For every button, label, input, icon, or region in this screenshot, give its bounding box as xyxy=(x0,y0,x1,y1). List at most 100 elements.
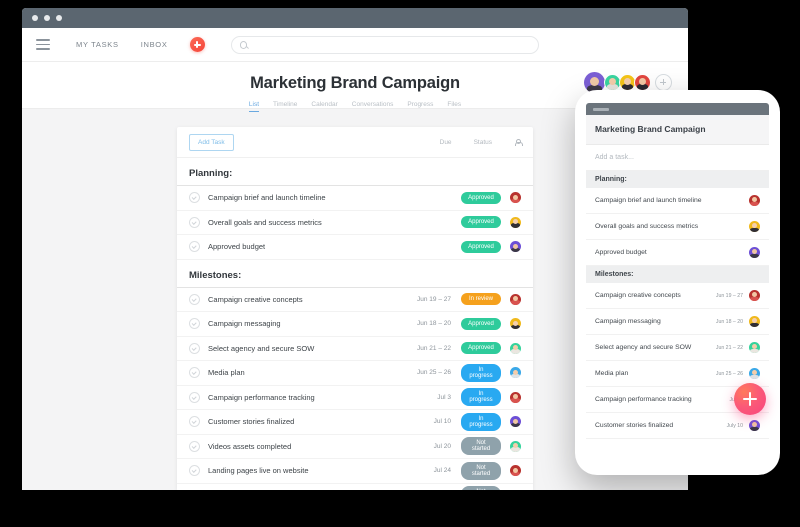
task-complete-checkbox[interactable] xyxy=(189,391,200,403)
mobile-floating-add-button[interactable] xyxy=(734,383,766,415)
mobile-task-name: Approved budget xyxy=(595,249,647,256)
task-row[interactable]: Approved budget Approved xyxy=(177,235,533,260)
task-name: Customer stories finalized xyxy=(208,417,295,427)
mobile-task-assignee-avatar[interactable] xyxy=(749,342,760,353)
task-row[interactable]: Select agency and secure SOW Jun 21 – 22 A… xyxy=(177,337,533,361)
task-row[interactable]: Customer stories finalized Jul 10 In progr… xyxy=(177,410,533,435)
status-badge[interactable]: Not started xyxy=(461,461,501,480)
status-badge[interactable]: In progress xyxy=(461,363,501,382)
task-complete-checkbox[interactable] xyxy=(189,318,200,330)
mobile-task-row[interactable]: Campaign creative concepts Jun 19 – 27 xyxy=(586,283,769,309)
mobile-page-title: Marketing Brand Campaign xyxy=(586,115,769,145)
task-complete-checkbox[interactable] xyxy=(189,192,200,204)
task-assignee-avatar[interactable] xyxy=(510,465,521,477)
task-row[interactable]: Videos assets completed Jul 20 Not started xyxy=(177,435,533,459)
mobile-task-assignee-avatar[interactable] xyxy=(749,195,760,206)
status-badge[interactable]: In progress xyxy=(461,412,501,431)
task-complete-checkbox[interactable] xyxy=(189,293,200,305)
avatar-face xyxy=(510,216,521,228)
task-assignee-avatar[interactable] xyxy=(510,342,521,354)
task-assignee-avatar[interactable] xyxy=(510,367,521,379)
mobile-task-assignee-avatar[interactable] xyxy=(749,247,760,258)
window-dot-close[interactable] xyxy=(32,15,38,21)
task-complete-checkbox[interactable] xyxy=(189,416,200,428)
task-complete-checkbox[interactable] xyxy=(189,342,200,354)
mobile-task-name: Campaign performance tracking xyxy=(595,396,692,403)
task-complete-checkbox[interactable] xyxy=(189,440,200,452)
tab-list[interactable]: List xyxy=(248,101,260,112)
mobile-task-row[interactable]: Approved budget xyxy=(586,240,769,266)
add-member-icon[interactable] xyxy=(655,74,672,91)
status-badge[interactable]: Approved xyxy=(461,216,501,229)
search-input[interactable] xyxy=(252,40,530,49)
task-row[interactable]: Campaign brief and launch timeline Approv… xyxy=(177,186,533,211)
quick-add-plus-icon[interactable] xyxy=(189,37,205,52)
tab-progress[interactable]: Progress xyxy=(407,101,433,112)
mobile-task-assignee-avatar[interactable] xyxy=(749,290,760,301)
task-assignee-avatar[interactable] xyxy=(510,216,521,228)
avatar-face xyxy=(749,195,760,206)
mobile-task-assignee-avatar[interactable] xyxy=(749,420,760,431)
task-row[interactable]: Campaign performance tracking Jul 3 In pro… xyxy=(177,386,533,410)
tab-calendar[interactable]: Calendar xyxy=(311,101,337,112)
status-badge[interactable]: Not started xyxy=(461,486,501,490)
task-assignee-avatar[interactable] xyxy=(510,293,521,305)
mobile-task-name: Customer stories finalized xyxy=(595,422,674,429)
task-assignee-avatar[interactable] xyxy=(510,440,521,452)
task-assignee-avatar[interactable] xyxy=(510,241,521,253)
mobile-task-row[interactable]: Campaign messaging Jun 18 – 20 xyxy=(586,309,769,335)
task-assignee-avatar[interactable] xyxy=(510,318,521,330)
task-row[interactable]: Media plan Jun 25 – 26 In progress xyxy=(177,361,533,386)
task-row[interactable]: Overall goals and success metrics Approve… xyxy=(177,211,533,235)
status-badge[interactable]: Approved xyxy=(461,191,501,204)
avatar-face xyxy=(510,241,521,253)
search-bar[interactable] xyxy=(230,35,539,54)
hamburger-menu-icon[interactable] xyxy=(36,39,50,50)
add-task-button[interactable]: Add Task xyxy=(189,133,234,151)
status-badge[interactable]: In progress xyxy=(461,388,501,407)
task-due-date: Jun 21 – 22 xyxy=(417,344,451,352)
task-due-date: Jun 18 – 20 xyxy=(417,320,451,328)
mobile-task-assignee-avatar[interactable] xyxy=(749,221,760,232)
task-row[interactable]: Campaign messaging Jun 18 – 20 Approved xyxy=(177,312,533,337)
status-badge[interactable]: In review xyxy=(461,293,501,306)
task-assignee-avatar[interactable] xyxy=(510,391,521,403)
mobile-task-assignee-avatar[interactable] xyxy=(749,316,760,327)
tab-conversations[interactable]: Conversations xyxy=(352,101,394,112)
window-dot-minimize[interactable] xyxy=(44,15,50,21)
task-list-card: Add Task Due Status Planning: Campaign br… xyxy=(177,127,533,490)
mobile-device-frame: Marketing Brand Campaign Add a task... P… xyxy=(575,90,780,475)
avatar-face xyxy=(620,75,635,90)
status-badge[interactable]: Approved xyxy=(461,317,501,330)
task-complete-checkbox[interactable] xyxy=(189,465,200,477)
mobile-section-title: Milestones: xyxy=(586,266,769,283)
avatar-4[interactable] xyxy=(634,74,651,91)
task-complete-checkbox[interactable] xyxy=(189,241,200,253)
nav-link-inbox[interactable]: INBOX xyxy=(141,40,168,49)
mobile-task-row[interactable]: Overall goals and success metrics xyxy=(586,214,769,240)
mobile-status-bar xyxy=(586,103,769,115)
tab-files[interactable]: Files xyxy=(447,101,461,112)
task-assignee-avatar[interactable] xyxy=(510,192,521,204)
avatar-face xyxy=(749,221,760,232)
status-badge[interactable]: Approved xyxy=(461,240,501,253)
mobile-task-name: Campaign messaging xyxy=(595,318,661,325)
mobile-task-row[interactable]: Select agency and secure SOW Jun 21 – 22 xyxy=(586,335,769,361)
mobile-task-row[interactable]: Campaign brief and launch timeline xyxy=(586,188,769,214)
task-row[interactable]: Landing pages live on website Jul 24 Not s… xyxy=(177,459,533,484)
task-assignee-avatar[interactable] xyxy=(510,416,521,428)
column-header-due: Due xyxy=(439,138,452,146)
status-badge[interactable]: Approved xyxy=(461,342,501,355)
mobile-task-assignee-avatar[interactable] xyxy=(749,368,760,379)
task-row[interactable]: Campaign creative concepts Jun 19 – 27 In … xyxy=(177,288,533,312)
nav-link-my-tasks[interactable]: MY TASKS xyxy=(76,40,119,49)
task-complete-checkbox[interactable] xyxy=(189,216,200,228)
window-dot-maximize[interactable] xyxy=(56,15,62,21)
mobile-task-row[interactable]: Media plan Jun 25 – 26 xyxy=(586,361,769,387)
mobile-task-row[interactable]: Customer stories finalized July 10 xyxy=(586,413,769,439)
task-complete-checkbox[interactable] xyxy=(189,367,200,379)
tab-timeline[interactable]: Timeline xyxy=(273,101,297,112)
task-row[interactable]: Campaign launch!Aug 1Not started xyxy=(177,484,533,490)
mobile-add-task-input[interactable]: Add a task... xyxy=(586,145,769,171)
status-badge[interactable]: Not started xyxy=(461,437,501,456)
